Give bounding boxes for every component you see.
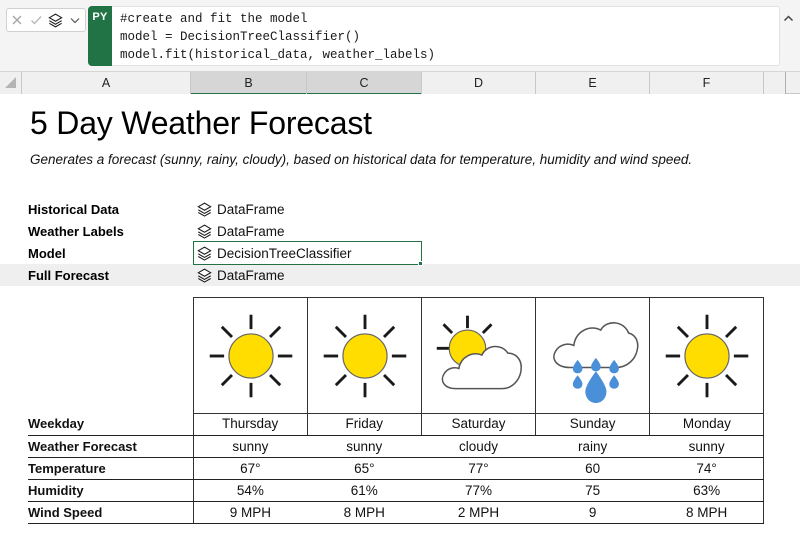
forecast-saturday: cloudy [421, 435, 536, 458]
row-label-humidity: Humidity [28, 479, 193, 502]
table-row-wind-speed: Wind Speed 9 MPH 8 MPH 2 MPH 9 8 MPH [28, 501, 765, 524]
code-line: #create and fit the model [120, 12, 308, 26]
humidity-thursday: 54% [192, 479, 308, 502]
wind-speed-saturday: 2 MPH [421, 501, 536, 524]
worksheet-grid: 5 Day Weather Forecast Generates a forec… [0, 94, 800, 553]
param-label: Full Forecast [28, 267, 109, 283]
rain-cloud-icon [552, 321, 638, 403]
formula-bar: PY #create and fit the model model = Dec… [0, 0, 800, 72]
temperature-monday: 74° [649, 457, 765, 480]
temperature-thursday: 67° [192, 457, 308, 480]
column-header-e[interactable]: E [536, 72, 650, 94]
weather-icon-saturday [421, 297, 536, 414]
weekday-thursday: Thursday [192, 413, 308, 436]
weather-icon-row [193, 297, 764, 414]
param-value-cell[interactable]: DataFrame [197, 264, 285, 286]
sun-icon [665, 314, 748, 397]
param-value-cell[interactable]: DataFrame [197, 220, 285, 242]
temperature-saturday: 77° [421, 457, 536, 480]
weekday-friday: Friday [306, 413, 422, 436]
forecast-thursday: sunny [192, 435, 308, 458]
column-header-f[interactable]: F [650, 72, 764, 94]
humidity-sunday: 75 [535, 479, 650, 502]
param-label: Model [28, 245, 66, 261]
row-label-temperature: Temperature [28, 457, 193, 480]
dataframe-object-icon [197, 202, 212, 217]
sun-behind-cloud-icon [436, 315, 522, 389]
temperature-sunday: 60 [535, 457, 650, 480]
sun-icon [323, 314, 406, 397]
close-x-icon[interactable] [9, 12, 25, 28]
humidity-monday: 63% [649, 479, 765, 502]
checkmark-icon[interactable] [28, 12, 44, 28]
table-row-weekday: Weekday Thursday Friday Saturday Sunday … [28, 413, 765, 436]
column-header-row: A B C D E F [0, 72, 800, 95]
param-row-weather-labels[interactable]: Weather Labels DataFrame [0, 220, 800, 242]
param-value-text: DataFrame [217, 267, 285, 283]
select-all-corner[interactable] [0, 72, 22, 94]
humidity-saturday: 77% [421, 479, 536, 502]
table-row-weather-forecast: Weather Forecast sunny sunny cloudy rain… [28, 435, 765, 458]
param-value-text: DecisionTreeClassifier [217, 245, 352, 261]
column-header-c[interactable]: C [307, 72, 422, 95]
formula-code-editor[interactable]: #create and fit the model model = Decisi… [112, 6, 780, 66]
sun-icon [209, 314, 292, 397]
column-header-partial[interactable] [764, 72, 786, 94]
param-row-model[interactable]: Model DecisionTreeClassifier [0, 242, 800, 264]
weather-icon-monday [649, 297, 764, 414]
dataframe-object-icon [197, 268, 212, 283]
chevron-up-icon[interactable] [780, 10, 796, 26]
layers-diamond-icon[interactable] [48, 12, 64, 28]
code-line: model = DecisionTreeClassifier() [120, 30, 361, 44]
fill-handle[interactable] [418, 261, 423, 266]
row-label-weekday: Weekday [28, 413, 193, 436]
weekday-saturday: Saturday [420, 413, 537, 436]
wind-speed-monday: 8 MPH [649, 501, 765, 524]
weather-icon-friday [307, 297, 422, 414]
param-label: Historical Data [28, 201, 120, 217]
param-row-historical-data[interactable]: Historical Data DataFrame [0, 198, 800, 220]
page-subtitle: Generates a forecast (sunny, rainy, clou… [30, 152, 693, 167]
wind-speed-friday: 8 MPH [307, 501, 422, 524]
column-header-b[interactable]: B [191, 72, 307, 95]
row-label-weather-forecast: Weather Forecast [28, 435, 193, 458]
dataframe-object-icon [197, 224, 212, 239]
wind-speed-thursday: 9 MPH [192, 501, 308, 524]
row-label-wind-speed: Wind Speed [28, 501, 193, 524]
forecast-sunday: rainy [535, 435, 650, 458]
param-row-full-forecast[interactable]: Full Forecast DataFrame [0, 264, 800, 286]
param-value-cell[interactable]: DecisionTreeClassifier [197, 242, 352, 264]
temperature-friday: 65° [307, 457, 422, 480]
weather-icon-sunday [535, 297, 650, 414]
page-title: 5 Day Weather Forecast [30, 105, 372, 141]
table-row-humidity: Humidity 54% 61% 77% 75 63% [28, 479, 765, 502]
param-label: Weather Labels [28, 223, 124, 239]
forecast-monday: sunny [649, 435, 765, 458]
spreadsheet-app: PY #create and fit the model model = Dec… [0, 0, 800, 553]
param-value-cell[interactable]: DataFrame [197, 198, 285, 220]
dataframe-object-icon [197, 246, 212, 261]
humidity-friday: 61% [307, 479, 422, 502]
weather-icon-thursday [193, 297, 308, 414]
weekday-sunday: Sunday [535, 413, 651, 436]
param-value-text: DataFrame [217, 201, 285, 217]
weekday-monday: Monday [649, 413, 765, 436]
corner-triangle-icon [5, 77, 16, 88]
table-row-temperature: Temperature 67° 65° 77° 60 74° [28, 457, 765, 480]
wind-speed-sunday: 9 [535, 501, 650, 524]
forecast-friday: sunny [307, 435, 422, 458]
python-language-badge: PY [88, 6, 112, 66]
column-header-a[interactable]: A [22, 72, 191, 94]
code-line: model.fit(historical_data, weather_label… [120, 48, 436, 62]
chevron-down-icon[interactable] [67, 12, 83, 28]
param-value-text: DataFrame [217, 223, 285, 239]
formula-bar-controls [6, 8, 86, 32]
column-header-d[interactable]: D [422, 72, 536, 94]
forecast-data-table: Weekday Thursday Friday Saturday Sunday … [28, 413, 765, 524]
